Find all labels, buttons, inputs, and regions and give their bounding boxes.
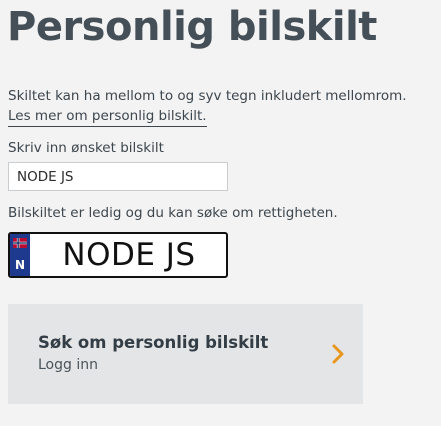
norway-flag-icon — [13, 238, 27, 248]
apply-button[interactable]: Søk om personlig bilskilt Logg inn — [8, 304, 363, 404]
apply-title: Søk om personlig bilskilt — [38, 333, 269, 352]
intro-text: Skiltet kan ha mellom to og syv tegn ink… — [8, 88, 407, 104]
plate-country-code: N — [14, 258, 26, 272]
plate-text: NODE JS — [62, 237, 196, 273]
availability-status: Bilskiltet er ledig og du kan søke om re… — [8, 205, 338, 221]
read-more-link[interactable]: Les mer om personlig bilskilt. — [8, 106, 207, 127]
page-title: Personlig bilskilt — [7, 4, 377, 50]
login-label: Logg inn — [38, 357, 98, 373]
plate-input-label: Skriv inn ønsket bilskilt — [8, 140, 164, 156]
chevron-right-icon — [332, 344, 344, 364]
plate-input[interactable] — [8, 162, 228, 191]
plate-country-band: N — [10, 234, 30, 276]
license-plate-preview: N NODE JS — [8, 232, 228, 278]
